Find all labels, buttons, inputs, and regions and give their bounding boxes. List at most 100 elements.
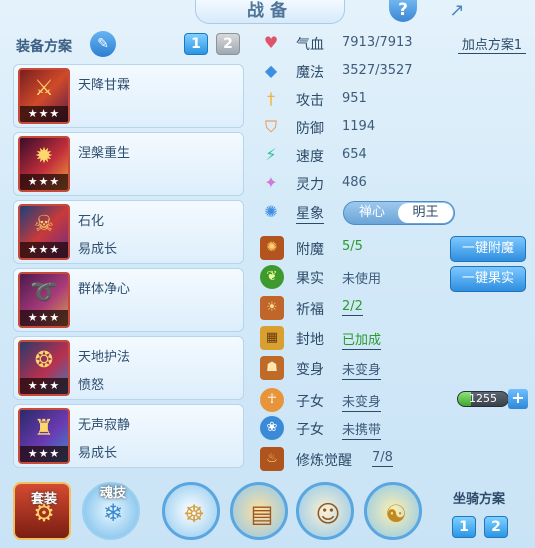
- enhancement-value: 未使用: [342, 272, 382, 287]
- skill-card[interactable]: ⚔ ★★★ 天降甘霖: [13, 64, 244, 128]
- skill-sub: 易成长: [78, 446, 118, 461]
- skill-name: 群体净心: [78, 282, 131, 297]
- skill-name: 天地护法: [78, 350, 131, 365]
- stat-value: 3527/3527: [342, 63, 413, 78]
- mount-plan-tab-2[interactable]: 2: [484, 516, 508, 538]
- skill-sub: 易成长: [78, 242, 118, 257]
- bottom-bar: ⚙ 套装 ❄ 魂技 ☸ ▤ ☺ ☯ 坐骑方案 1 2: [0, 474, 535, 548]
- skill-name: 无声寂静: [78, 418, 131, 433]
- buddha-skill-button[interactable]: ☯: [364, 482, 422, 540]
- enhancement-label: 子女: [296, 394, 324, 410]
- armor-icon: ♜ ★★★: [18, 408, 70, 464]
- skill-stars: ★★★: [20, 174, 68, 190]
- stat-label: 魔法: [296, 65, 324, 81]
- scroll-skill-button[interactable]: ▤: [230, 482, 288, 540]
- one-click-enchant-button[interactable]: 一键附魔: [450, 236, 526, 262]
- enhancement-label: 变身: [296, 362, 324, 378]
- monster-icon: ☠ ★★★: [18, 204, 70, 260]
- skill-card[interactable]: ➰ ★★★ 群体净心: [13, 268, 244, 332]
- star-sign-icon: ✺: [264, 202, 278, 221]
- diamond-icon: ◆: [264, 61, 278, 80]
- skill-stars: ★★★: [20, 242, 68, 258]
- enhancement-label: 子女: [296, 422, 324, 438]
- skill-name: 石化: [78, 214, 105, 229]
- stat-label: 防御: [296, 121, 324, 137]
- guardian-icon: ❂ ★★★: [18, 340, 70, 396]
- equipment-plan-tab-1[interactable]: 1: [184, 33, 208, 55]
- mount-plan-label: 坐骑方案: [453, 492, 506, 507]
- spirit-icon: ✦: [264, 173, 278, 192]
- fief-icon: ▦: [260, 326, 284, 350]
- add-point-plan-link[interactable]: 加点方案1: [458, 34, 526, 54]
- outfit-label: 套装: [30, 492, 57, 507]
- child-exp-bar: 1255: [457, 391, 509, 407]
- enhancement-value: 未变身: [342, 359, 382, 380]
- bless-icon: ☀: [260, 296, 284, 320]
- exp-value: 1255: [469, 392, 497, 405]
- enhancement-label: 修炼觉醒: [296, 453, 352, 469]
- star-sign-toggle[interactable]: 禅心 明王: [343, 201, 455, 225]
- skill-stars: ★★★: [20, 106, 68, 122]
- stat-value: 486: [342, 175, 367, 190]
- skill-sub: 愤怒: [78, 378, 105, 393]
- heart-icon: ♥: [263, 33, 279, 52]
- help-button[interactable]: ?: [389, 0, 417, 22]
- stat-label: 气血: [296, 37, 324, 53]
- page-title: 战备: [195, 0, 345, 24]
- share-icon[interactable]: ↗: [442, 0, 472, 24]
- one-click-fruit-button[interactable]: 一键果实: [450, 266, 526, 292]
- star-sign-label: 星象: [296, 203, 324, 224]
- enhancement-label: 附魔: [296, 242, 324, 258]
- dance-skill-button[interactable]: ☸: [162, 482, 220, 540]
- rope-icon: ➰ ★★★: [18, 272, 70, 328]
- enhancement-value: 已加成: [342, 329, 382, 350]
- phoenix-icon: ✹ ★★★: [18, 136, 70, 192]
- soul-skill-button[interactable]: ❄ 魂技: [82, 482, 140, 540]
- skill-card[interactable]: ☠ ★★★ 石化 易成长: [13, 200, 244, 264]
- lightning-icon: ⚡: [265, 145, 277, 164]
- mount-plan-tab-1[interactable]: 1: [452, 516, 476, 538]
- equipment-plan-label: 装备方案: [16, 39, 72, 55]
- stat-value: 1194: [342, 119, 376, 134]
- skill-name: 天降甘霖: [78, 78, 131, 93]
- skill-card[interactable]: ❂ ★★★ 天地护法 愤怒: [13, 336, 244, 400]
- sword-icon: †: [267, 89, 275, 108]
- warrior-skill-button[interactable]: ☺: [296, 482, 354, 540]
- edit-pencil-icon[interactable]: ✎: [90, 31, 116, 57]
- battle-prep-panel: 战备 ? ↗ 装备方案 ✎ 1 2 ⚔ ★★★ 天降甘霖 ✹ ★★★ 涅槃重生 ☠ ★…: [0, 0, 535, 548]
- enchant-icon: ✺: [260, 236, 284, 260]
- paw-icon: ❀: [260, 416, 284, 440]
- soul-skill-label: 魂技: [99, 486, 126, 501]
- enhancement-value: 5/5: [342, 239, 363, 254]
- enhancement-value: 未变身: [342, 391, 382, 412]
- enhancement-value: 未携带: [342, 419, 382, 440]
- dancer-icon: ☸: [183, 500, 205, 528]
- enhancement-value: 2/2: [342, 299, 363, 316]
- sword-icon: ⚔ ★★★: [18, 68, 70, 124]
- stat-value: 951: [342, 91, 367, 106]
- warrior-icon: ☺: [315, 500, 341, 528]
- fruit-icon: ❦: [260, 265, 284, 289]
- skill-card[interactable]: ✹ ★★★ 涅槃重生: [13, 132, 244, 196]
- skill-stars: ★★★: [20, 310, 68, 326]
- stat-value: 654: [342, 147, 367, 162]
- star-sign-option-selected[interactable]: 明王: [398, 203, 453, 223]
- stat-label: 速度: [296, 149, 324, 165]
- skill-stars: ★★★: [20, 378, 68, 394]
- skill-name: 涅槃重生: [78, 146, 131, 161]
- enhancement-label: 祈福: [296, 302, 324, 318]
- equipment-plan-tab-2[interactable]: 2: [216, 33, 240, 55]
- skill-stars: ★★★: [20, 446, 68, 462]
- outfit-button[interactable]: ⚙ 套装: [13, 482, 71, 540]
- shield-icon: ⛉: [264, 117, 277, 136]
- stat-value: 7913/7913: [342, 35, 413, 50]
- enhancement-label: 封地: [296, 332, 324, 348]
- cultivate-icon: ♨: [260, 447, 284, 471]
- enhancement-value: 7/8: [372, 450, 393, 467]
- skill-card[interactable]: ♜ ★★★ 无声寂静 易成长: [13, 404, 244, 468]
- stat-label: 攻击: [296, 93, 324, 109]
- star-sign-option[interactable]: 禅心: [346, 203, 398, 223]
- buddha-icon: ☯: [385, 500, 407, 528]
- enhancement-label: 果实: [296, 271, 324, 287]
- add-exp-button[interactable]: +: [508, 389, 528, 409]
